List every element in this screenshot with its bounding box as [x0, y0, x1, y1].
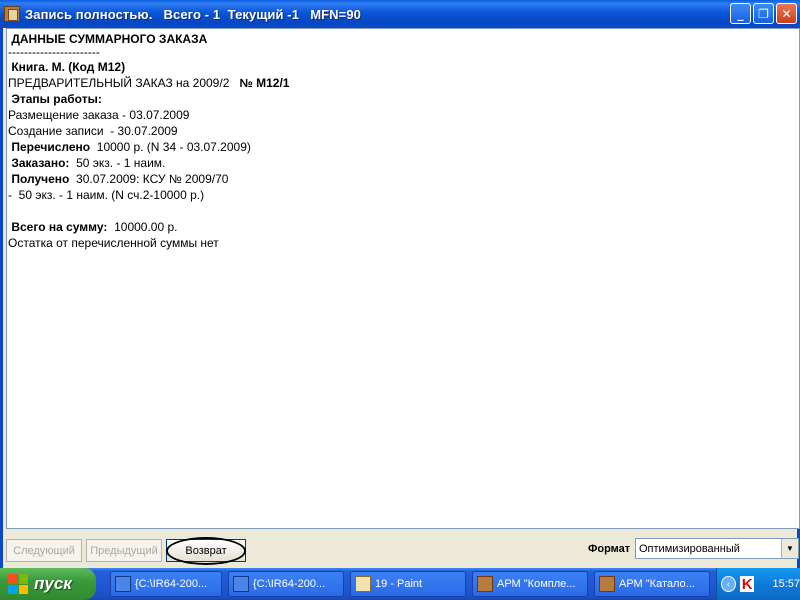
doc-header: ДАННЫЕ СУММАРНОГО ЗАКАЗА [11, 32, 208, 46]
taskbar-item-explorer-1[interactable]: {C:\IR64-200... [110, 571, 222, 597]
bottom-toolbar: Следующий Предыдущий Возврат Формат Опти… [0, 534, 800, 568]
preorder-line: ПРЕДВАРИТЕЛЬНЫЙ ЗАКАЗ на 2009/2 № М12/1 [8, 75, 799, 91]
taskbar-item-label: АРМ "Компле... [497, 578, 576, 590]
arm-icon [477, 576, 493, 592]
clock[interactable]: 15:57 [772, 578, 800, 590]
window-title-bar[interactable]: Запись полностью. Всего - 1 Текущий -1 M… [0, 0, 800, 28]
taskbar-item-label: АРМ "Катало... [619, 578, 695, 590]
transferred-value: 10000 р. (N 34 - 03.07.2009) [96, 140, 251, 154]
dropdown-arrow-icon[interactable]: ▼ [781, 539, 798, 558]
total-label: Всего на сумму: [11, 220, 108, 234]
doc-header-line: ДАННЫЕ СУММАРНОГО ЗАКАЗА [8, 31, 799, 47]
format-select[interactable]: Оптимизированный ▼ [635, 538, 799, 559]
received-line: Получено 30.07.2009: КСУ № 2009/70 [8, 171, 799, 187]
windows-logo-icon [8, 574, 28, 594]
arm-icon [599, 576, 615, 592]
remainder-line: Остатка от перечисленной суммы нет [8, 236, 219, 250]
stages-label: Этапы работы: [11, 92, 102, 106]
format-label: Формат [588, 543, 631, 555]
book-title: Книга. М. (Код М12) [11, 60, 126, 74]
window-frame: ДАННЫЕ СУММАРНОГО ЗАКАЗА ---------------… [0, 28, 800, 534]
paint-icon [355, 576, 371, 592]
restore-icon: ❐ [758, 6, 769, 21]
system-tray: ‹ K 15:57 [716, 568, 800, 600]
app-icon[interactable] [4, 6, 20, 22]
placement-line: Размещение заказа - 03.07.2009 [8, 108, 190, 122]
minimize-button[interactable]: _ [730, 3, 751, 24]
transferred-label: Перечислено [11, 140, 91, 154]
transferred-line: Перечислено 10000 р. (N 34 - 03.07.2009) [8, 139, 799, 155]
preorder-text: ПРЕДВАРИТЕЛЬНЫЙ ЗАКАЗ на 2009/2 [8, 76, 230, 90]
show-hidden-icons-icon[interactable]: ‹ [721, 576, 736, 592]
stages-line: Этапы работы: [8, 91, 799, 107]
record-view[interactable]: ДАННЫЕ СУММАРНОГО ЗАКАЗА ---------------… [6, 28, 800, 529]
close-button[interactable]: ✕ [776, 3, 797, 24]
preorder-number: № М12/1 [239, 76, 290, 90]
taskbar-item-label: {C:\IR64-200... [135, 578, 208, 590]
highlight-ellipse [166, 537, 246, 565]
taskbar-item-paint[interactable]: 19 - Paint [350, 571, 466, 597]
taskbar-item-arm-katalog[interactable]: АРМ "Катало... [594, 571, 710, 597]
window-title: Запись полностью. Всего - 1 Текущий -1 M… [25, 6, 362, 22]
close-icon: ✕ [781, 6, 792, 21]
received-detail-line: - 50 экз. - 1 наим. (N сч.2-10000 р.) [8, 188, 205, 202]
ordered-line: Заказано: 50 экз. - 1 наим. [8, 155, 799, 171]
folder-icon [115, 576, 131, 592]
previous-button[interactable]: Предыдущий [86, 539, 162, 562]
taskbar: пуск {C:\IR64-200... {C:\IR64-200... 19 … [0, 568, 800, 600]
folder-icon [233, 576, 249, 592]
received-label: Получено [11, 172, 70, 186]
start-label: пуск [34, 574, 72, 593]
doc-separator: ----------------------- [8, 45, 100, 59]
taskbar-item-explorer-2[interactable]: {C:\IR64-200... [228, 571, 344, 597]
total-line: Всего на сумму: 10000.00 р. [8, 219, 799, 235]
ordered-value: 50 экз. - 1 наим. [76, 156, 166, 170]
creation-line: Создание записи - 30.07.2009 [8, 124, 178, 138]
next-button[interactable]: Следующий [6, 539, 82, 562]
maximize-button[interactable]: ❐ [753, 3, 774, 24]
start-button[interactable]: пуск [0, 568, 96, 600]
taskbar-item-label: 19 - Paint [375, 578, 423, 590]
antivirus-icon[interactable]: K [739, 576, 755, 593]
taskbar-item-arm-komplekt[interactable]: АРМ "Компле... [472, 571, 588, 597]
minimize-icon: _ [737, 6, 744, 21]
taskbar-item-label: {C:\IR64-200... [253, 578, 326, 590]
received-value: 30.07.2009: КСУ № 2009/70 [76, 172, 229, 186]
book-line: Книга. М. (Код М12) [8, 59, 799, 75]
ordered-label: Заказано: [11, 156, 70, 170]
format-selected-value: Оптимизированный [639, 542, 740, 555]
total-value: 10000.00 р. [114, 220, 178, 234]
